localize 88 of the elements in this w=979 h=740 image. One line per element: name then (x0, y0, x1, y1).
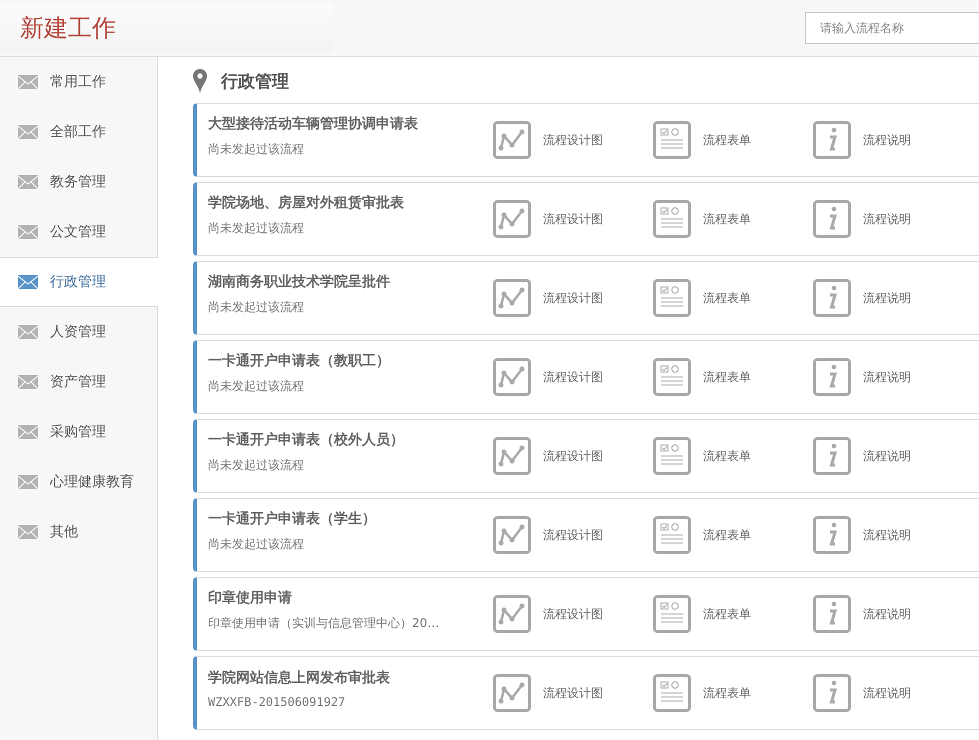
action-link[interactable]: 流程表单 (703, 526, 751, 544)
sidebar-item[interactable]: 全部工作 (0, 107, 157, 157)
form-icon (653, 674, 691, 712)
form-icon (653, 516, 691, 554)
sidebar-item[interactable]: 公文管理 (0, 207, 157, 257)
form-icon (653, 121, 691, 159)
info-icon (813, 437, 851, 475)
flow-description: 尚未发起过该流程 (208, 220, 305, 236)
info-icon (813, 200, 851, 238)
sidebar-item[interactable]: 心理健康教育 (0, 457, 157, 507)
info-icon (813, 279, 851, 317)
flow-description: 尚未发起过该流程 (208, 378, 305, 394)
action-link[interactable]: 流程表单 (703, 684, 751, 702)
sidebar-item[interactable]: 采购管理 (0, 407, 157, 457)
envelope-icon (18, 125, 38, 139)
line-chart-icon (493, 674, 531, 712)
action-link[interactable]: 流程设计图 (543, 368, 603, 386)
form-icon (653, 200, 691, 238)
flow-title[interactable]: 一卡通开户申请表（学生） (208, 510, 493, 528)
action-link[interactable]: 流程说明 (863, 210, 911, 228)
flow-title[interactable]: 一卡通开户申请表（校外人员） (208, 430, 493, 448)
line-chart-icon (493, 437, 531, 475)
action-link[interactable]: 流程设计图 (543, 290, 603, 306)
action-link[interactable]: 流程设计图 (543, 132, 603, 148)
action-link[interactable]: 流程设计图 (543, 448, 603, 464)
envelope-icon (18, 325, 38, 339)
envelope-icon (18, 475, 38, 489)
envelope-icon (18, 225, 38, 239)
envelope-icon (18, 525, 38, 539)
map-pin-icon (193, 69, 207, 93)
action-link[interactable]: 流程说明 (863, 368, 911, 386)
flow-description: 尚未发起过该流程 (208, 298, 305, 316)
action-link[interactable]: 流程说明 (863, 448, 911, 464)
action-link[interactable]: 流程设计图 (543, 684, 603, 702)
info-icon (813, 516, 851, 554)
flow-description: 尚未发起过该流程 (208, 536, 305, 552)
search-field[interactable]: 请输入流程名称 (805, 12, 979, 44)
line-chart-icon (493, 200, 531, 238)
action-link[interactable]: 流程设计图 (543, 526, 603, 544)
action-link[interactable]: 流程表单 (703, 290, 751, 306)
sidebar-item[interactable]: 教务管理 (0, 157, 157, 207)
envelope-icon (18, 375, 38, 389)
flow-description: WZXXFB-201506091927 (208, 695, 346, 709)
envelope-icon (18, 75, 38, 89)
form-icon (653, 595, 691, 633)
flow-title[interactable]: 湖南商务职业技术学院呈批件 (208, 272, 493, 290)
info-icon (813, 358, 851, 396)
flow-title[interactable]: 学院场地、房屋对外租赁审批表 (208, 194, 493, 212)
action-link[interactable]: 流程设计图 (543, 210, 603, 228)
flow-title[interactable]: 大型接待活动车辆管理协调申请表 (208, 114, 493, 132)
line-chart-icon (493, 358, 531, 396)
sidebar-item[interactable]: 资产管理 (0, 357, 157, 407)
line-chart-icon (493, 516, 531, 554)
action-link[interactable]: 流程设计图 (543, 606, 603, 622)
section-title: 行政管理 (221, 70, 289, 92)
sidebar-item[interactable]: 行政管理 (0, 257, 158, 307)
line-chart-icon (493, 121, 531, 159)
info-icon (813, 121, 851, 159)
action-link[interactable]: 流程表单 (703, 132, 751, 148)
line-chart-icon (493, 279, 531, 317)
info-icon (813, 674, 851, 712)
flow-title[interactable]: 印章使用申请 (208, 588, 493, 606)
flow-description: 尚未发起过该流程 (208, 456, 305, 474)
flow-title[interactable]: 一卡通开户申请表（教职工） (208, 352, 493, 370)
action-link[interactable]: 流程表单 (703, 606, 751, 622)
line-chart-icon (493, 595, 531, 633)
action-link[interactable]: 流程说明 (863, 526, 911, 544)
info-icon (813, 595, 851, 633)
sidebar-item[interactable]: 其他 (0, 507, 157, 557)
flow-title[interactable]: 学院网站信息上网发布审批表 (208, 669, 493, 687)
flow-description: 印章使用申请（实训与信息管理中心）20… (208, 614, 440, 632)
action-link[interactable]: 流程表单 (703, 210, 751, 228)
page-title: 新建工作 (20, 13, 116, 44)
envelope-icon (18, 275, 38, 289)
action-link[interactable]: 流程说明 (863, 290, 911, 306)
form-icon (653, 358, 691, 396)
form-icon (653, 437, 691, 475)
envelope-icon (18, 425, 38, 439)
action-link[interactable]: 流程说明 (863, 606, 911, 622)
sidebar-item[interactable]: 人资管理 (0, 307, 157, 357)
action-link[interactable]: 流程表单 (703, 368, 751, 386)
sidebar-item[interactable]: 常用工作 (0, 57, 157, 107)
form-icon (653, 279, 691, 317)
action-link[interactable]: 流程说明 (863, 132, 911, 148)
flow-description: 尚未发起过该流程 (208, 140, 305, 158)
action-link[interactable]: 流程表单 (703, 448, 751, 464)
envelope-icon (18, 175, 38, 189)
action-link[interactable]: 流程说明 (863, 684, 911, 702)
